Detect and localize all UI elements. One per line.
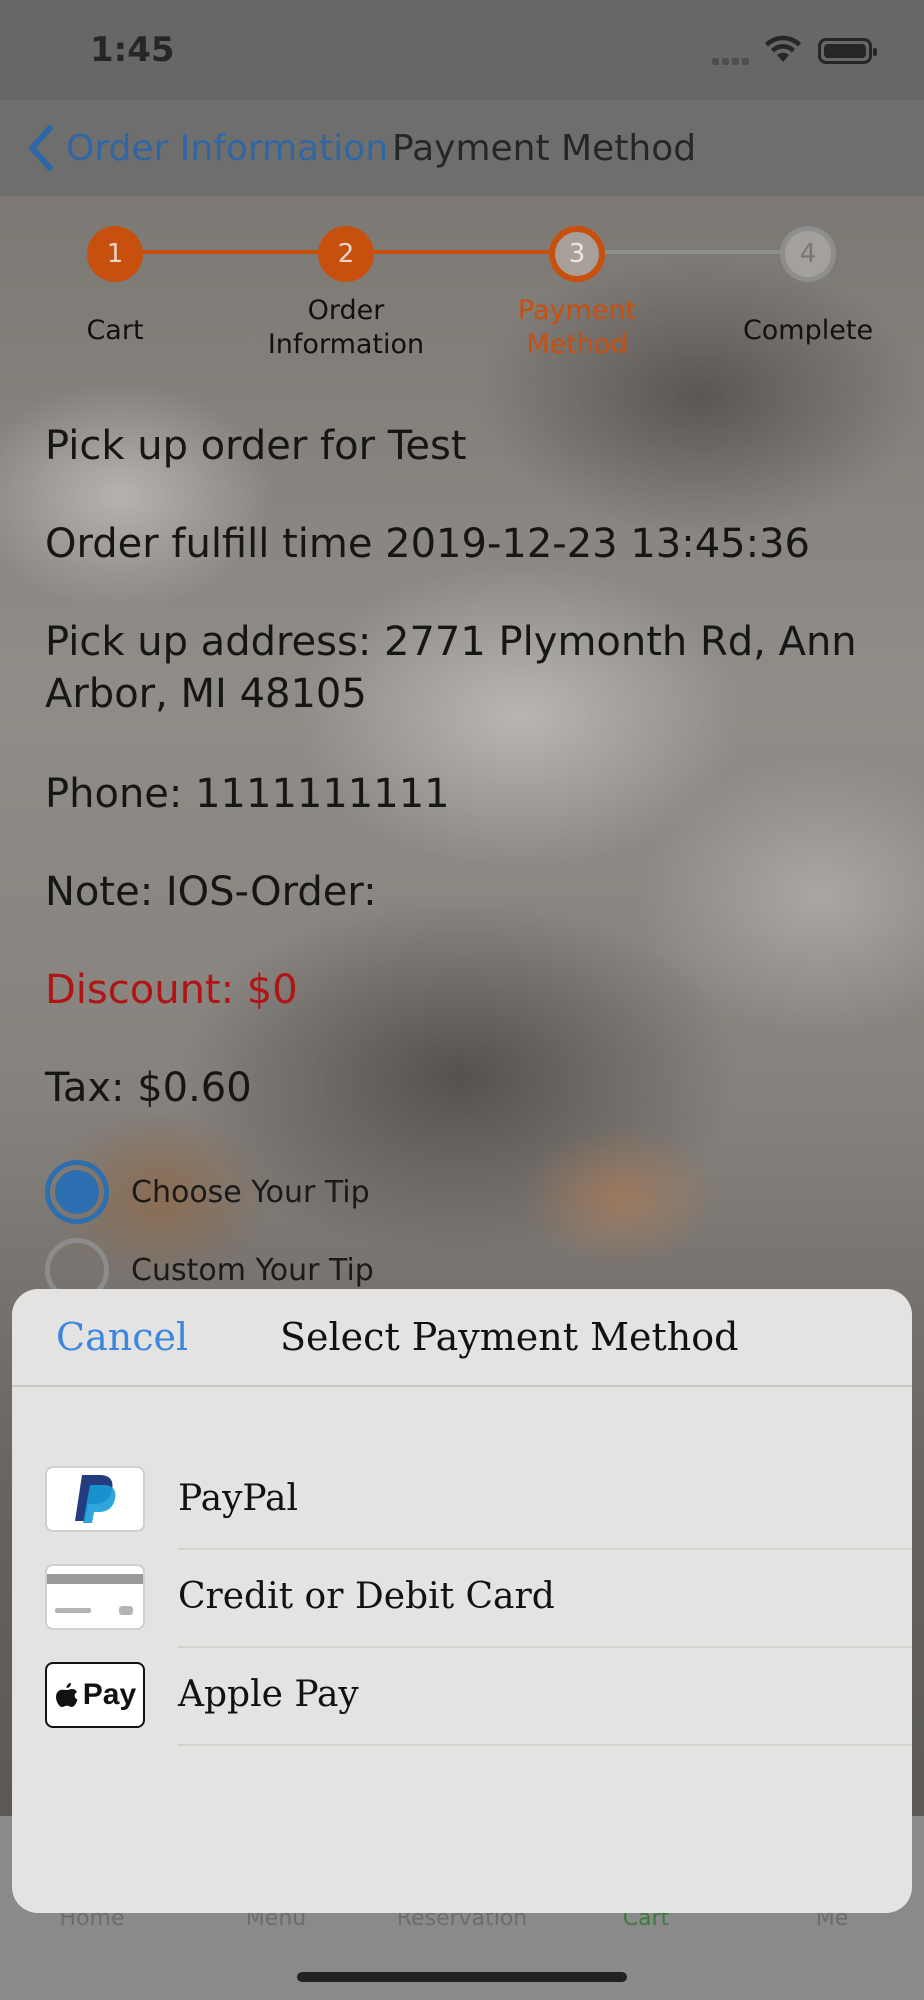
tip-option-label: Custom Your Tip bbox=[131, 1252, 374, 1288]
step-label: Cart bbox=[86, 315, 144, 346]
step-order-information: 2 Order Information bbox=[231, 226, 461, 362]
step-label: Complete bbox=[742, 315, 874, 346]
payment-option-label: PayPal bbox=[178, 1478, 298, 1519]
step-label: Payment Method bbox=[517, 295, 637, 360]
payment-option-card[interactable]: Credit or Debit Card bbox=[12, 1550, 912, 1648]
step-number-badge: 2 bbox=[318, 226, 374, 282]
payment-option-apple-pay[interactable]: Pay Apple Pay bbox=[12, 1648, 912, 1746]
step-complete: 4 Complete bbox=[693, 226, 923, 348]
step-number-badge: 4 bbox=[780, 226, 836, 282]
phone-text: Phone: 1111111111 bbox=[45, 771, 450, 817]
pickup-address-text: Pick up address: 2771 Plymonth Rd, Ann A… bbox=[45, 619, 857, 717]
payment-option-label: Credit or Debit Card bbox=[178, 1576, 555, 1617]
tax-text: Tax: $0.60 bbox=[45, 1065, 252, 1111]
step-number-badge: 3 bbox=[549, 226, 605, 282]
step-payment-method: 3 Payment Method bbox=[462, 226, 692, 362]
apple-pay-logo-text: Pay bbox=[82, 1678, 137, 1711]
fulfill-time-text: Order fulfill time 2019-12-23 13:45:36 bbox=[45, 521, 810, 567]
tip-option-label: Choose Your Tip bbox=[131, 1174, 370, 1210]
payment-option-label: Apple Pay bbox=[178, 1674, 359, 1715]
row-divider bbox=[178, 1744, 912, 1746]
paypal-logo bbox=[45, 1466, 145, 1532]
tip-option-choose[interactable]: Choose Your Tip bbox=[45, 1160, 370, 1224]
payment-option-paypal[interactable]: PayPal bbox=[12, 1452, 912, 1550]
step-label: Order Information bbox=[267, 295, 425, 360]
step-number-badge: 1 bbox=[87, 226, 143, 282]
credit-card-icon bbox=[45, 1564, 145, 1630]
sheet-title: Select Payment Method bbox=[280, 1315, 739, 1359]
step-cart: 1 Cart bbox=[0, 226, 230, 348]
home-indicator[interactable] bbox=[297, 1972, 627, 1982]
discount-text: Discount: $0 bbox=[45, 967, 298, 1013]
apple-pay-logo: Pay bbox=[45, 1662, 145, 1728]
radio-selected-icon[interactable] bbox=[45, 1160, 109, 1224]
payment-method-sheet: Cancel Select Payment Method PayPal Cred… bbox=[12, 1289, 912, 1913]
sheet-header: Cancel Select Payment Method bbox=[12, 1289, 912, 1387]
checkout-stepper: 1 Cart 2 Order Information 3 Payment Met… bbox=[0, 196, 924, 376]
pickup-for-text: Pick up order for Test bbox=[45, 423, 467, 469]
note-text: Note: IOS-Order: bbox=[45, 869, 377, 915]
cancel-button[interactable]: Cancel bbox=[56, 1315, 188, 1359]
